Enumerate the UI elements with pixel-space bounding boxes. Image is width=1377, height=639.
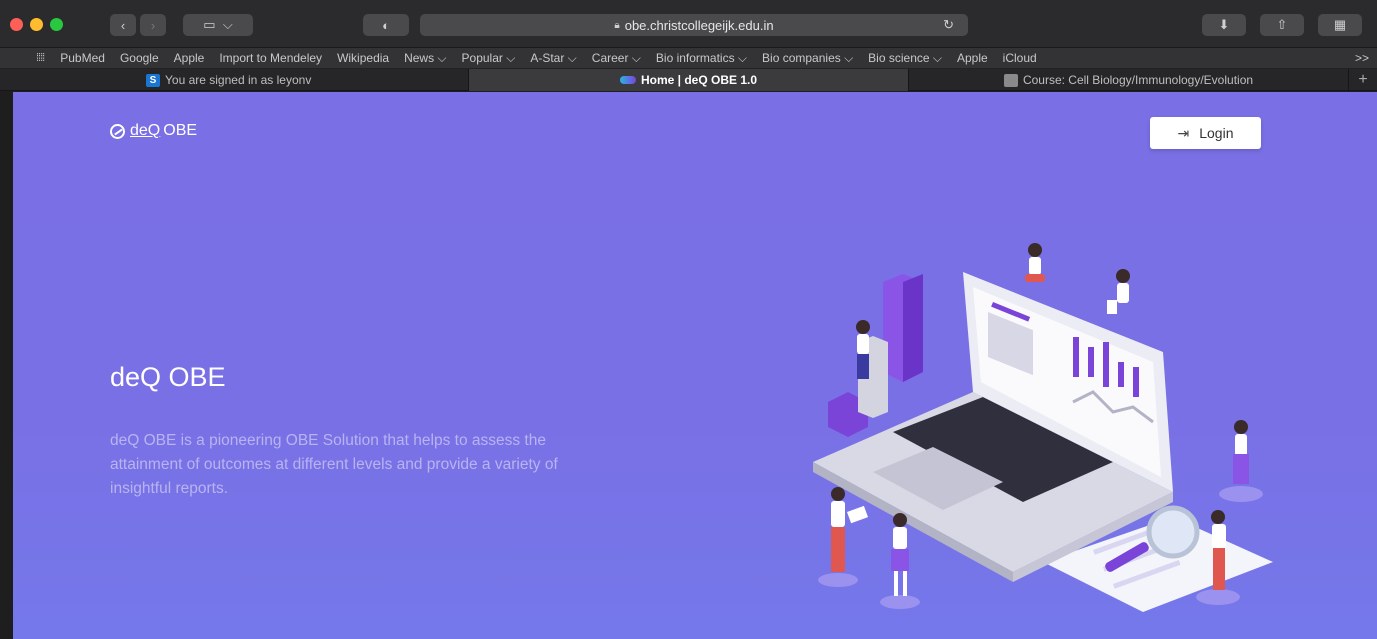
tab-course[interactable]: Course: Cell Biology/Immunology/Evolutio… [909, 69, 1349, 91]
page-content: deQ OBE ⇥ Login deQ OBE deQ OBE is a pio… [13, 92, 1377, 639]
bookmark-folder[interactable]: News ⌵ [404, 51, 446, 66]
more-bookmarks-button[interactable]: >> [1355, 51, 1369, 65]
maximize-window-button[interactable] [50, 18, 63, 31]
logo-suffix: OBE [163, 122, 198, 139]
bookmark-item[interactable]: Apple [957, 51, 988, 65]
screen-bar [1118, 362, 1124, 387]
bookmark-folder[interactable]: Bio companies ⌵ [762, 51, 853, 66]
apps-grid-icon[interactable]: ⁞⁞⁞⁞ [36, 52, 45, 64]
bookmark-item[interactable]: iCloud [1003, 51, 1037, 65]
person-with-laptop [818, 487, 869, 587]
downloads-button[interactable]: ⬇ [1202, 14, 1246, 36]
bookmark-folder[interactable]: Popular ⌵ [462, 51, 516, 66]
favicon-deq-icon [619, 76, 636, 84]
favicon-s-icon: S [146, 73, 160, 87]
tab-title: Course: Cell Biology/Immunology/Evolutio… [1022, 73, 1254, 87]
new-tab-button[interactable]: + [1349, 69, 1377, 90]
bookmark-folder[interactable]: Career ⌵ [592, 51, 641, 66]
screen-bar [1103, 342, 1109, 387]
share-icon: ⇧ [1276, 17, 1288, 32]
bookmark-item[interactable]: PubMed [60, 51, 105, 65]
screen-bar [1133, 367, 1139, 397]
tab-signed-in[interactable]: S You are signed in as leyonv [0, 69, 469, 91]
deq-logo-icon [110, 123, 125, 139]
shield-icon: ◐ [382, 17, 390, 33]
tab-overview-button[interactable]: ▦ [1318, 14, 1362, 36]
bookmark-item[interactable]: Import to Mendeley [219, 51, 322, 65]
pillar-side [903, 274, 923, 382]
browser-toolbar: ‹ › ▭ ⌵ ◐ 🔒︎ obe.christcollegeijk.edu.in… [0, 0, 1377, 48]
download-icon: ⬇ [1218, 17, 1230, 32]
sidebar-icon: ▭ [203, 17, 216, 32]
login-button[interactable]: ⇥ Login [1150, 117, 1261, 149]
back-button[interactable]: ‹ [110, 14, 136, 36]
bookmark-item[interactable]: Wikipedia [337, 51, 389, 65]
bookmarks-bar: ⁞⁞⁞⁞ PubMed Google Apple Import to Mende… [0, 48, 1377, 69]
person-sitting-right [1107, 269, 1130, 314]
tab-title: You are signed in as leyonv [165, 73, 312, 87]
screen-bar [1073, 337, 1079, 377]
close-window-button[interactable] [10, 18, 23, 31]
bookmark-item[interactable]: Apple [174, 51, 205, 65]
screen-bar [1088, 347, 1094, 377]
logo-prefix: deQ [130, 122, 161, 139]
site-logo[interactable]: deQ OBE [110, 122, 197, 140]
url-text: obe.christcollegeijk.edu.in [624, 17, 774, 33]
reload-icon[interactable]: ↻ [943, 17, 954, 33]
bookmark-folder[interactable]: Bio science ⌵ [868, 51, 942, 66]
laptop-illustration [813, 243, 1273, 612]
bookmark-folder[interactable]: Bio informatics ⌵ [656, 51, 747, 66]
sidebar-toggle-button[interactable]: ▭ ⌵ [183, 14, 253, 36]
login-label: Login [1199, 125, 1234, 141]
person-standing-right [1219, 420, 1263, 502]
hero-description: deQ OBE is a pioneering OBE Solution tha… [110, 432, 558, 497]
tab-home-deq[interactable]: Home | deQ OBE 1.0 [469, 69, 909, 91]
tab-bar: S You are signed in as leyonv Home | deQ… [0, 69, 1377, 91]
minimize-window-button[interactable] [30, 18, 43, 31]
forward-button[interactable]: › [140, 14, 166, 36]
grid-icon: ▦ [1333, 17, 1347, 32]
bookmark-item[interactable]: Google [120, 51, 159, 65]
page-title: deQ OBE [110, 362, 226, 392]
address-bar[interactable]: 🔒︎ obe.christcollegeijk.edu.in ↻ [420, 14, 968, 36]
privacy-report-button[interactable]: ◐ [363, 14, 409, 36]
bookmark-folder[interactable]: A-Star ⌵ [530, 51, 576, 66]
person-sitting-top [1025, 243, 1045, 282]
tab-title: Home | deQ OBE 1.0 [640, 73, 758, 87]
person-on-pillar [856, 320, 870, 379]
login-icon: ⇥ [1177, 124, 1190, 141]
share-button[interactable]: ⇧ [1260, 14, 1304, 36]
lock-icon: 🔒︎ [614, 19, 620, 31]
favicon-course-icon [1003, 73, 1018, 87]
magnifier-lens [1146, 505, 1200, 559]
chevron-down-icon: ⌵ [222, 17, 233, 32]
